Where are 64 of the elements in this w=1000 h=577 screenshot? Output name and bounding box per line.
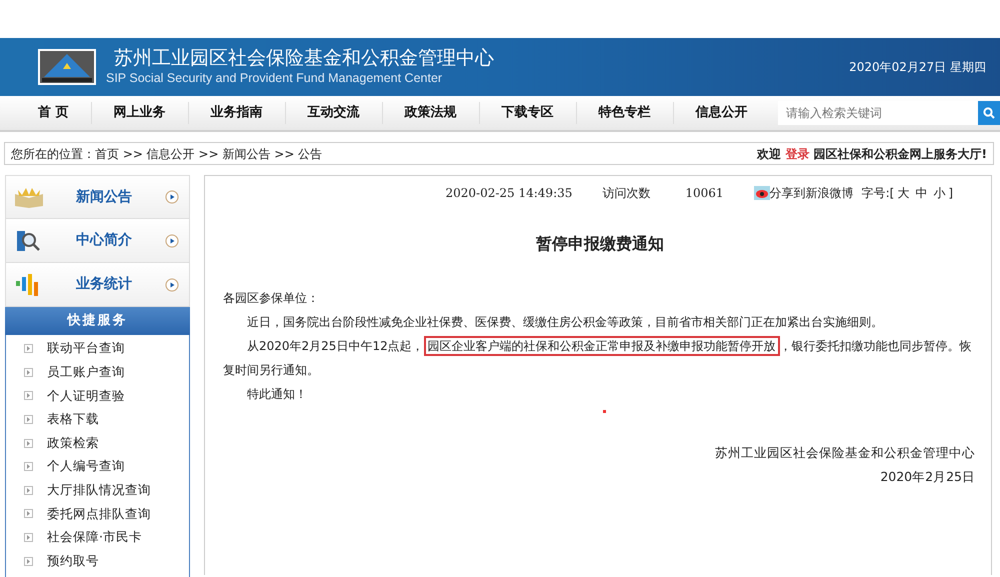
arrow-icon bbox=[24, 438, 33, 448]
share-link[interactable]: 分享到新浪微博 bbox=[754, 184, 854, 202]
nav-link[interactable]: 信息公开 bbox=[674, 102, 770, 124]
search-field[interactable]: 请输入检索关键词 bbox=[778, 101, 978, 125]
bracket-text: ] bbox=[948, 185, 953, 202]
sidebar-section[interactable]: 中心简介 bbox=[5, 219, 190, 263]
site-subtitle: SIP Social Security and Provident Fund Management Center bbox=[106, 70, 444, 87]
breadcrumb-text: 您所在的位置：首页 >> 信息公开 >> 新闻公告 >> 公告 bbox=[11, 146, 322, 162]
quick-link[interactable]: 表格下载 bbox=[6, 408, 189, 432]
nav-link[interactable]: 网上业务 bbox=[92, 102, 189, 124]
date-text: 2020年02月27日 星期四 bbox=[849, 59, 986, 76]
font-size-link[interactable]: 小 bbox=[933, 184, 946, 202]
dot-mark bbox=[603, 410, 606, 413]
login-link[interactable]: 登录 bbox=[785, 146, 810, 160]
welcome-text: 欢迎 登录 园区社保和公积金网上服务大厅! bbox=[757, 146, 987, 162]
site-title: 苏州工业园区社会保险基金和公积金管理中心 bbox=[114, 46, 494, 69]
quick-link[interactable]: 个人编号查询 bbox=[6, 454, 189, 479]
quick-service-header: 快捷服务 bbox=[5, 307, 190, 335]
quick-link[interactable]: 员工账户查询 bbox=[6, 360, 189, 384]
arrow-icon bbox=[24, 344, 33, 354]
quick-link[interactable]: 联动平台查询 bbox=[6, 337, 189, 361]
visits-count: 10061 bbox=[685, 185, 724, 202]
arrow-icon bbox=[24, 486, 33, 495]
search-icon bbox=[983, 107, 995, 119]
arrow-icon bbox=[24, 368, 33, 377]
search-button[interactable] bbox=[978, 101, 1000, 125]
book-icon bbox=[14, 186, 44, 208]
nav-link[interactable]: 下载专区 bbox=[480, 102, 577, 124]
paragraph-text: 特此通知！ bbox=[246, 386, 308, 403]
visits-label: 访问次数 bbox=[602, 185, 650, 202]
weibo-icon bbox=[754, 186, 770, 200]
font-size-link[interactable]: 中 bbox=[915, 184, 928, 202]
font-size-label: 字号:[ bbox=[862, 185, 894, 202]
sidebar-section[interactable]: 新闻公告 bbox=[5, 175, 190, 219]
signature-date: 2020年2月25日 bbox=[879, 468, 976, 486]
nav-link[interactable]: 首 页 bbox=[16, 102, 92, 124]
quick-link[interactable]: 委托网点排队查询 bbox=[6, 502, 189, 526]
paragraph-text: 从2020年2月25日中午12点起， 园区企业客户端的社保和公积金正常申报及补缴申报功能暂停开放 ，银行委托扣缴功能也同步暂停。恢复时间另行通知。 bbox=[223, 334, 977, 382]
nav-link[interactable]: 业务指南 bbox=[188, 102, 286, 124]
nav-link[interactable]: 互动交流 bbox=[286, 102, 383, 124]
font-size-link[interactable]: 大 bbox=[897, 184, 910, 202]
greeting-text: 各园区参保单位： bbox=[223, 290, 320, 307]
arrow-circle-icon bbox=[165, 190, 179, 204]
article-title: 暂停申报缴费通知 bbox=[535, 233, 665, 255]
arrow-icon bbox=[24, 462, 33, 472]
arrow-icon bbox=[24, 556, 33, 566]
date-text: 2020-02-25 14:49:35 bbox=[445, 185, 572, 202]
arrow-icon bbox=[24, 509, 33, 518]
quick-link[interactable]: 社会保障·市民卡 bbox=[6, 526, 189, 550]
nav-link[interactable]: 政策法规 bbox=[382, 102, 480, 124]
arrow-circle-icon bbox=[165, 234, 179, 248]
quick-link[interactable]: 大厅排队情况查询 bbox=[6, 478, 189, 502]
quick-link[interactable]: 政策检索 bbox=[6, 431, 189, 455]
arrow-icon bbox=[24, 415, 33, 424]
arrow-icon bbox=[24, 391, 33, 400]
paragraph-text: 近日，国务院出台阶段性减免企业社保费、医保费、缓缴住房公积金等政策，目前省市相关部门正在加紧出台实施细则。 bbox=[246, 314, 884, 331]
signature-text: 苏州工业园区社会保险基金和公积金管理中心 bbox=[714, 444, 976, 462]
arrow-circle-icon bbox=[165, 278, 179, 292]
logo-icon bbox=[38, 49, 96, 85]
arrow-icon bbox=[24, 533, 33, 542]
quick-link[interactable]: 个人证明查验 bbox=[6, 384, 189, 408]
nav-link[interactable]: 特色专栏 bbox=[576, 102, 674, 124]
quick-link[interactable]: 预约取号 bbox=[6, 549, 189, 573]
sidebar-section[interactable]: 业务统计 bbox=[5, 263, 190, 307]
